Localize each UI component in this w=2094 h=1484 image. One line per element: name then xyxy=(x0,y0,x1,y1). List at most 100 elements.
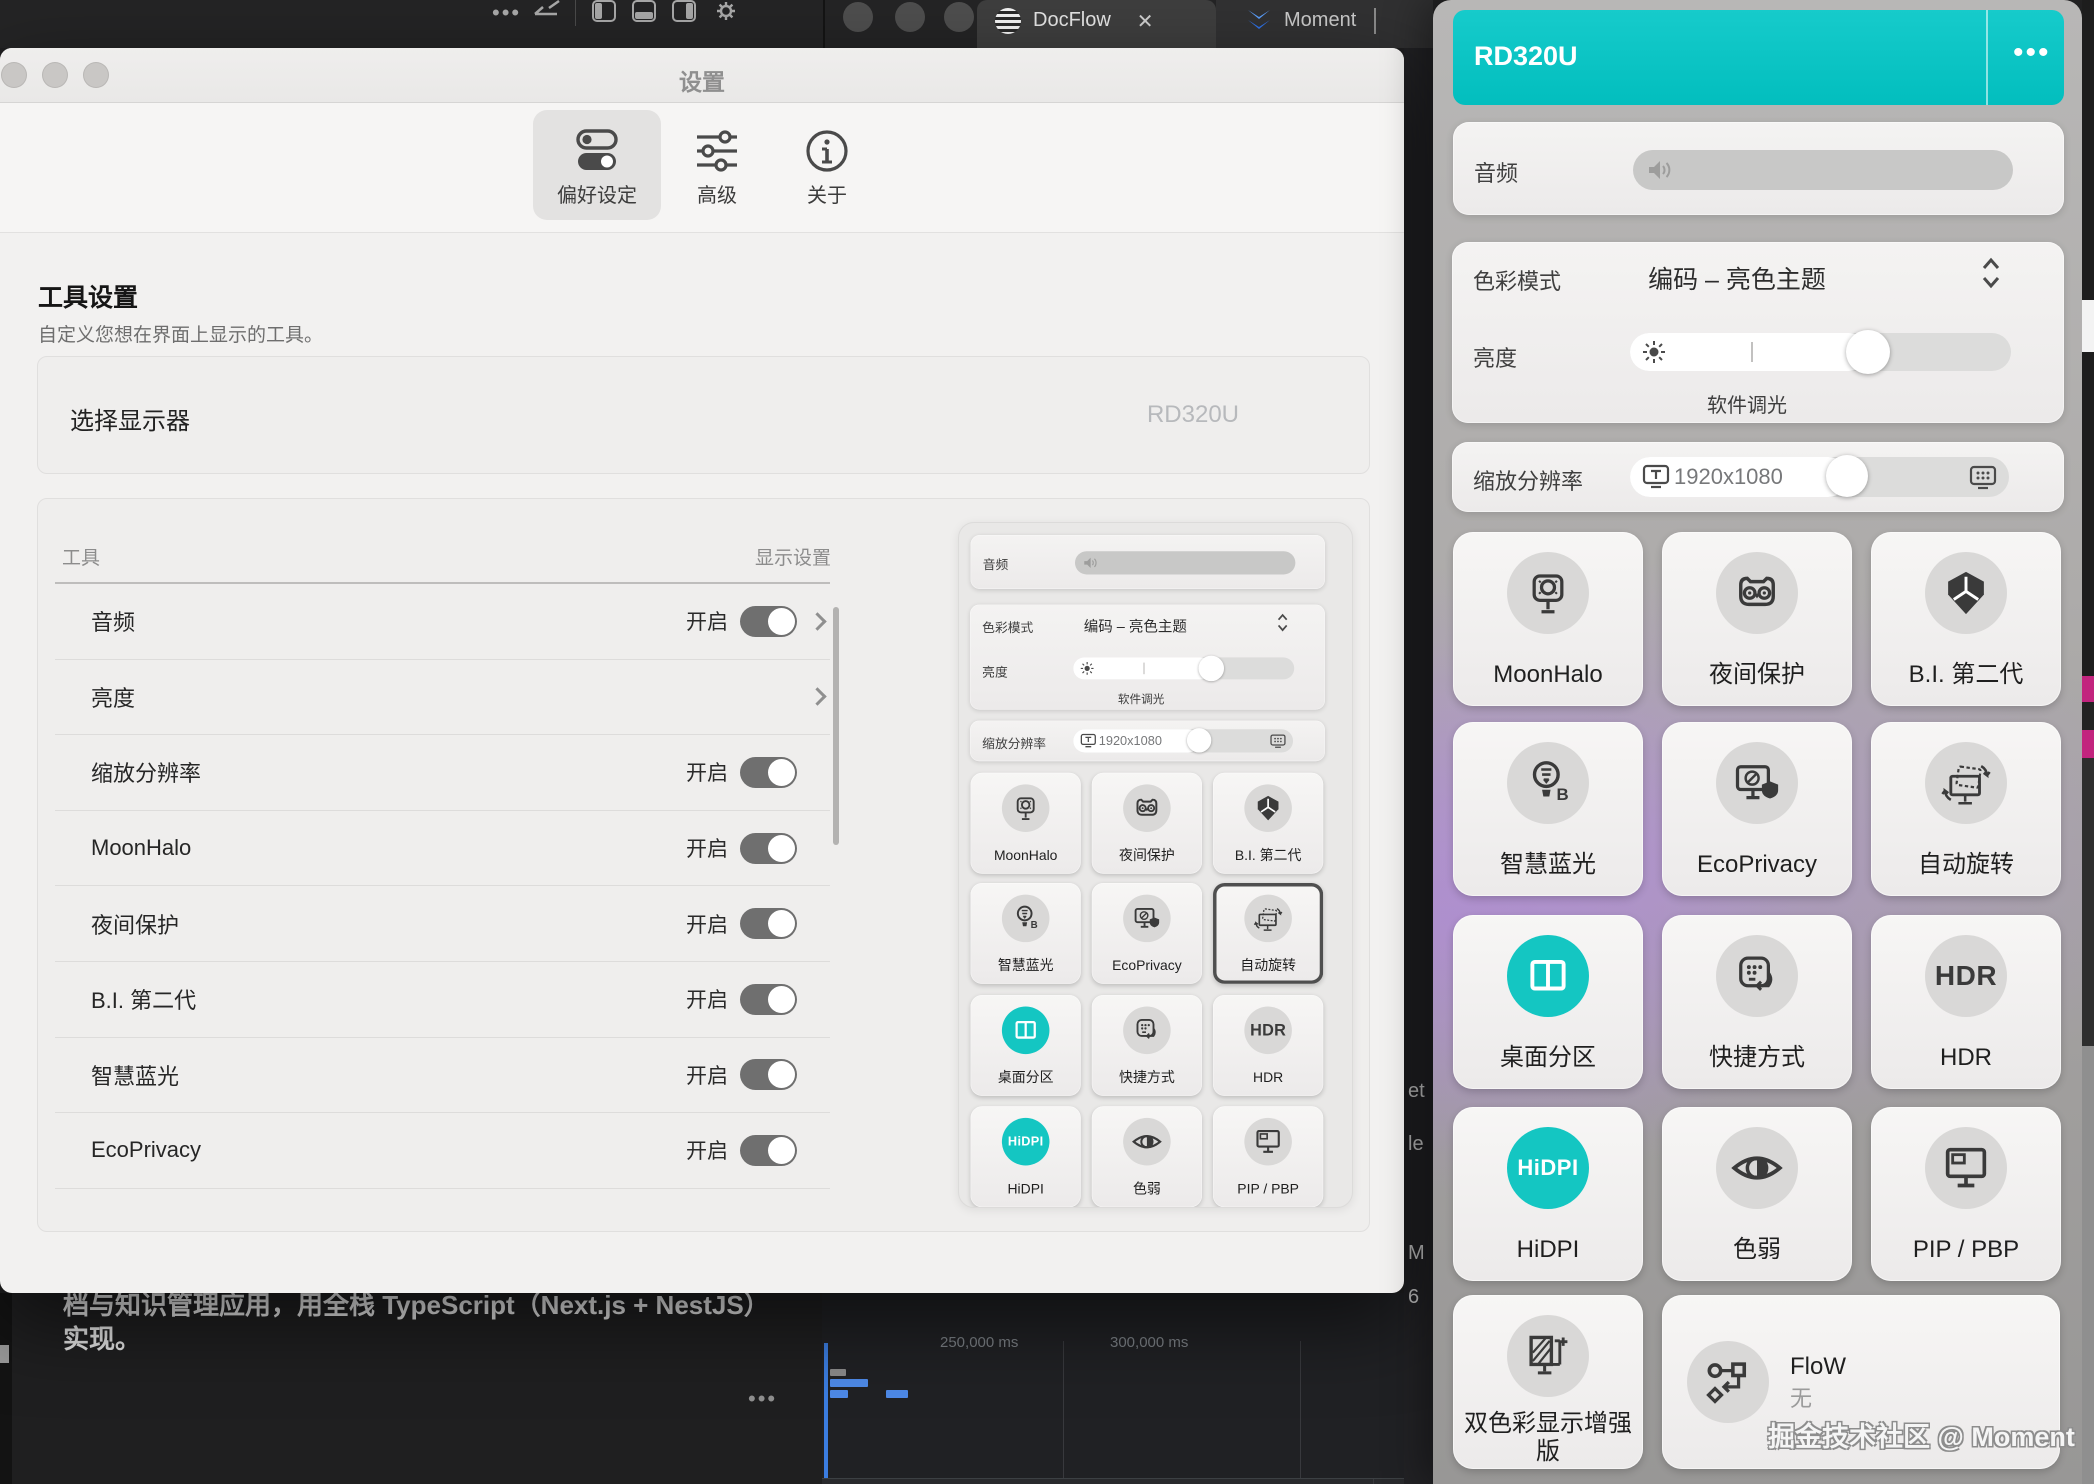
tool-tile-bi-gen2-icon[interactable]: B.I. 第二代 xyxy=(1213,773,1323,874)
tool-toggle[interactable] xyxy=(740,757,797,788)
tool-tile-eco-privacy-icon[interactable]: EcoPrivacy xyxy=(1662,722,1852,896)
tool-tile-label: FloW xyxy=(1790,1353,1846,1381)
tool-tile-label: 智慧蓝光 xyxy=(998,958,1054,974)
resolution-slider[interactable]: 1920x1080 xyxy=(1630,457,2009,497)
tool-toggle[interactable] xyxy=(740,833,797,864)
tool-row-label: B.I. 第二代 xyxy=(91,983,686,1015)
tool-toggle[interactable] xyxy=(740,606,797,637)
tool-tile-owl-icon[interactable]: 夜间保护 xyxy=(1092,773,1202,874)
tool-row-label: 音频 xyxy=(91,605,686,637)
editor-text: 档与知识管理应用，用全栈 TypeScript（Next.js + NestJS… xyxy=(63,1288,823,1356)
tool-tile-dual-color-icon[interactable]: 双色彩显示增强版 xyxy=(1453,1295,1643,1469)
tool-toggle[interactable] xyxy=(740,1059,797,1090)
watermark: 掘金技术社区 @ Moment xyxy=(1768,1415,2075,1454)
tool-tile-eco-privacy-icon[interactable]: EcoPrivacy xyxy=(1092,883,1202,984)
chevron-right-icon[interactable] xyxy=(808,612,826,630)
hidpi-monitor-icon xyxy=(1270,734,1286,749)
tab-advanced[interactable]: 高级 xyxy=(653,110,781,220)
color-mode-value[interactable]: 编码 – 亮色主题 xyxy=(1572,260,1902,296)
brightness-slider[interactable] xyxy=(1630,333,2011,371)
tool-tile-auto-rotate-icon[interactable]: 自动旋转 xyxy=(1213,883,1323,984)
brightness-slider[interactable] xyxy=(1073,657,1294,679)
layout-panel-bottom-icon[interactable] xyxy=(632,0,656,22)
browser-zoom-button[interactable] xyxy=(944,2,974,32)
tool-tile-label: HiDPI xyxy=(1517,1236,1580,1264)
resolution-knob[interactable] xyxy=(1187,728,1211,752)
tool-tile-hdr-text-icon[interactable]: HDRHDR xyxy=(1213,995,1323,1096)
back-arrow-icon[interactable] xyxy=(531,0,561,26)
chevron-right-icon[interactable] xyxy=(808,688,826,706)
sun-icon xyxy=(1080,661,1094,675)
sliders-icon xyxy=(693,128,741,174)
tool-tile-pip-pbp-icon[interactable]: PIP / PBP xyxy=(1213,1106,1323,1207)
color-mode-label: 色彩模式 xyxy=(982,617,1033,636)
tool-row-label: MoonHalo xyxy=(91,835,686,861)
tool-tile-shortcuts-icon[interactable]: 快捷方式 xyxy=(1092,995,1202,1096)
brightness-knob[interactable] xyxy=(1846,330,1890,374)
tool-tile-pip-pbp-icon[interactable]: PIP / PBP xyxy=(1871,1107,2061,1281)
tool-tile-label: 自动旋转 xyxy=(1240,958,1296,974)
tool-tile-label: PIP / PBP xyxy=(1913,1236,2019,1264)
desktop-partition-icon xyxy=(1002,1007,1050,1055)
tool-tile-desktop-partition-icon[interactable]: 桌面分区 xyxy=(971,995,1081,1096)
tool-tile-owl-icon[interactable]: 夜间保护 xyxy=(1662,532,1852,706)
color-weak-icon xyxy=(1123,1118,1171,1166)
display-select-card[interactable]: 选择显示器 RD320U xyxy=(37,356,1370,474)
timeline-gridline xyxy=(1063,1341,1064,1478)
tab-about[interactable]: 关于 xyxy=(763,110,891,220)
audio-slider[interactable] xyxy=(1075,551,1295,574)
tool-tile-hidpi-text-icon[interactable]: HiDPIHiDPI xyxy=(1453,1107,1643,1281)
chevron-updown-icon[interactable] xyxy=(1276,613,1289,633)
tool-tile-moonhalo-icon[interactable]: MoonHalo xyxy=(971,773,1081,874)
tool-row-label: 亮度 xyxy=(91,681,797,713)
tool-tile-bi-gen2-icon[interactable]: B.I. 第二代 xyxy=(1871,532,2061,706)
monitor-name: RD320U xyxy=(1474,41,1578,72)
more-actions-icon[interactable]: ••• xyxy=(492,0,518,22)
window-titlebar[interactable]: 设置 xyxy=(0,48,1404,103)
panel-menu-icon[interactable]: ••• xyxy=(2013,36,2051,70)
gear-icon[interactable] xyxy=(712,0,740,24)
tool-tile-hidpi-text-icon[interactable]: HiDPIHiDPI xyxy=(971,1106,1081,1207)
tool-toggle[interactable] xyxy=(740,908,797,939)
layout-sidebar-left-icon[interactable] xyxy=(592,0,616,22)
tab-moment[interactable]: Moment xyxy=(1216,0,1433,48)
sun-icon xyxy=(1642,340,1666,364)
tab-close-icon[interactable]: ✕ xyxy=(1137,9,1154,34)
list-scrollbar[interactable] xyxy=(833,607,839,845)
tool-tile-smart-bluelight-icon[interactable]: B 智慧蓝光 xyxy=(971,883,1081,984)
column-divider[interactable] xyxy=(1373,1479,1374,1484)
panel-header[interactable]: RD320U ••• xyxy=(1453,10,2064,105)
display-control-panel: RD320U ••• 音频 色彩模式 编码 – 亮色主题 亮度 xyxy=(1433,0,2082,1484)
tab-preferences[interactable]: 偏好设定 xyxy=(533,110,661,220)
tool-row: 音频开启 xyxy=(55,584,830,660)
tool-toggle[interactable] xyxy=(740,1135,797,1166)
audio-label: 音频 xyxy=(1474,156,1518,188)
tool-tile-moonhalo-icon[interactable]: MoonHalo xyxy=(1453,532,1643,706)
browser-minimize-button[interactable] xyxy=(895,2,925,32)
tool-tile-auto-rotate-icon[interactable]: 自动旋转 xyxy=(1871,722,2061,896)
waterfall-selection-line xyxy=(824,1343,828,1478)
tool-tile-shortcuts-icon[interactable]: 快捷方式 xyxy=(1662,915,1852,1089)
svg-text:B: B xyxy=(1031,920,1038,931)
tool-tile-hdr-text-icon[interactable]: HDRHDR xyxy=(1871,915,2061,1089)
settings-tab-strip: 偏好设定 高级 关于 xyxy=(0,103,1404,233)
layout-sidebar-right-icon[interactable] xyxy=(672,0,696,22)
tab-docflow[interactable]: DocFlow ✕ xyxy=(977,0,1216,48)
section-title: 工具设置 xyxy=(38,278,138,314)
brightness-knob[interactable] xyxy=(1199,656,1225,682)
audio-label: 音频 xyxy=(983,555,1009,574)
tool-tile-smart-bluelight-icon[interactable]: B智慧蓝光 xyxy=(1453,722,1643,896)
tool-tile-color-weak-icon[interactable]: 色弱 xyxy=(1662,1107,1852,1281)
tool-tile-desktop-partition-icon[interactable]: 桌面分区 xyxy=(1453,915,1643,1089)
tool-row: 亮度 xyxy=(55,660,830,736)
chevron-updown-icon[interactable] xyxy=(1980,256,2002,290)
resolution-slider[interactable]: 1920x1080 xyxy=(1073,729,1293,752)
browser-close-button[interactable] xyxy=(843,2,873,32)
editor-more-icon[interactable]: ••• xyxy=(748,1386,777,1412)
resolution-knob[interactable] xyxy=(1826,455,1868,497)
tool-toggle[interactable] xyxy=(740,984,797,1015)
color-mode-value[interactable]: 编码 – 亮色主题 xyxy=(1040,615,1231,636)
tool-tile-color-weak-icon[interactable]: 色弱 xyxy=(1092,1106,1202,1207)
tools-list-header: 工具 xyxy=(62,543,100,570)
audio-slider[interactable] xyxy=(1633,150,2013,190)
